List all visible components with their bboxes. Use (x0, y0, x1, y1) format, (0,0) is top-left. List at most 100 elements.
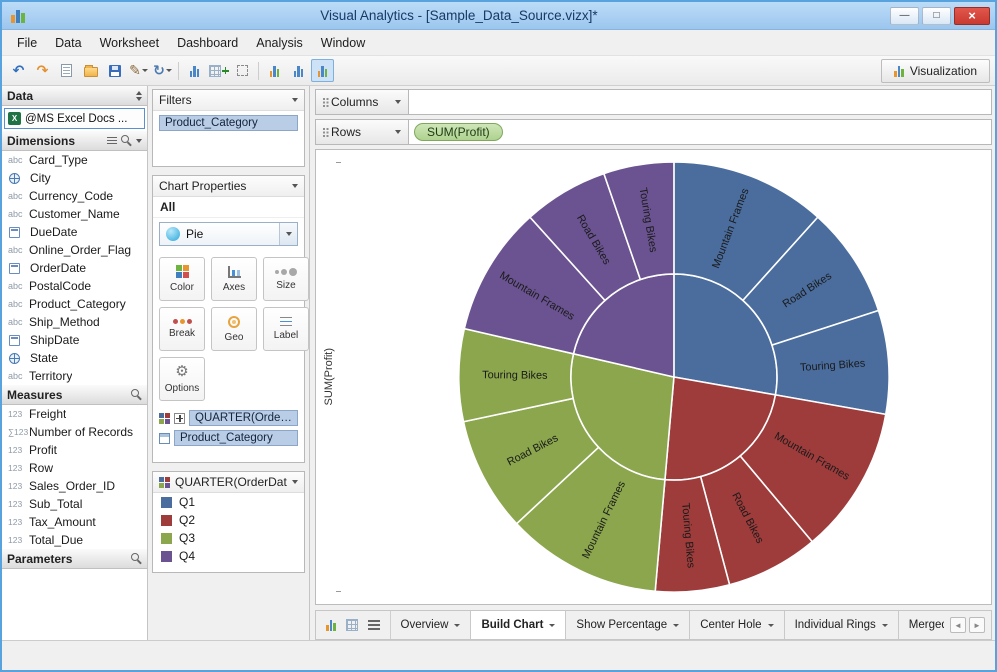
break-button[interactable]: Break (159, 307, 205, 351)
maximize-button[interactable]: □ (922, 6, 951, 25)
legend-item[interactable]: Q1 (153, 493, 304, 511)
tab-build-chart[interactable]: Build Chart (471, 611, 567, 639)
legend-item[interactable]: Q4 (153, 547, 304, 565)
save-button[interactable] (103, 59, 126, 82)
options-button[interactable]: ⚙ Options (159, 357, 205, 401)
chart-view-icon[interactable] (326, 619, 336, 631)
menu-data[interactable]: Data (46, 32, 90, 54)
tab-show-percentage[interactable]: Show Percentage (566, 611, 691, 639)
redo-button[interactable]: ↷ (31, 59, 54, 82)
columns-shelf-field[interactable] (409, 89, 992, 115)
category-binding-chip[interactable]: Product_Category (174, 430, 298, 446)
close-button[interactable]: × (954, 6, 990, 25)
search-icon[interactable] (121, 135, 132, 146)
menu-dashboard[interactable]: Dashboard (168, 32, 247, 54)
dimension-item[interactable]: abc PostalCode (2, 277, 147, 295)
color-button[interactable]: Color (159, 257, 205, 301)
menu-worksheet[interactable]: Worksheet (91, 32, 169, 54)
dimension-item[interactable]: abc Territory (2, 367, 147, 385)
data-source-item[interactable]: X @MS Excel Docs ... (4, 108, 145, 129)
chart-button[interactable] (183, 59, 206, 82)
chart-properties-header[interactable]: Chart Properties (153, 176, 304, 197)
dimension-item[interactable]: State (2, 349, 147, 367)
select-dropdown-zone[interactable] (279, 223, 297, 245)
rows-measure-chip[interactable]: SUM(Profit) (414, 123, 503, 141)
filters-header[interactable]: Filters (153, 90, 304, 111)
geo-button[interactable]: Geo (211, 307, 257, 351)
list-icon[interactable] (107, 136, 117, 139)
format-button[interactable]: ✎ (127, 59, 150, 82)
measure-item[interactable]: 123 Sub_Total (2, 495, 147, 513)
menu-analysis[interactable]: Analysis (247, 32, 312, 54)
rows-shelf-label[interactable]: Rows (315, 119, 409, 145)
chevron-down-icon[interactable] (136, 138, 142, 143)
measure-item[interactable]: ∑123 Number of Records (2, 423, 147, 441)
grid-view-icon[interactable] (345, 619, 358, 631)
tab-center-hole[interactable]: Center Hole (690, 611, 785, 639)
chevron-down-icon (292, 480, 298, 484)
facet-view-button[interactable] (311, 59, 334, 82)
abc-icon: abc (8, 371, 23, 381)
grid-button[interactable] (207, 59, 230, 82)
tab-merged-measures[interactable]: Merged Measures (Single Ring) (899, 611, 944, 639)
expand-button[interactable] (174, 412, 185, 424)
legend-item[interactable]: Q2 (153, 511, 304, 529)
filter-chip[interactable]: Product_Category (159, 115, 298, 131)
open-button[interactable] (79, 59, 102, 82)
columns-shelf-label[interactable]: Columns (315, 89, 409, 115)
size-label: Size (276, 279, 296, 291)
dimension-item[interactable]: abc Currency_Code (2, 187, 147, 205)
chevron-down-icon (165, 69, 172, 72)
legend-swatch (161, 514, 172, 526)
y-axis-label: SUM(Profit) (322, 348, 335, 406)
dimension-item[interactable]: abc Customer_Name (2, 205, 147, 223)
label-button[interactable]: Label (263, 307, 309, 351)
dimension-item[interactable]: DueDate (2, 223, 147, 241)
chart-type-select[interactable]: Pie (159, 222, 298, 246)
legend-item[interactable]: Q3 (153, 529, 304, 547)
visualization-tab[interactable]: Visualization (881, 58, 990, 83)
size-button[interactable]: Size (263, 257, 309, 301)
abc-icon: abc (8, 245, 23, 255)
dimension-item[interactable]: OrderDate (2, 259, 147, 277)
sunburst-chart[interactable]: Mountain FramesRoad BikesTouring BikesMo… (341, 150, 991, 604)
menu-file[interactable]: File (8, 32, 46, 54)
list-view-icon[interactable] (367, 620, 380, 622)
dimension-item[interactable]: City (2, 169, 147, 187)
undo-button[interactable]: ↶ (7, 59, 30, 82)
window-title: Visual Analytics - [Sample_Data_Source.v… (320, 8, 598, 23)
visualization-icon (894, 65, 904, 77)
menu-window[interactable]: Window (312, 32, 374, 54)
scroll-tabs-left-button[interactable]: ◄ (950, 617, 966, 633)
measure-item[interactable]: 123 Row (2, 459, 147, 477)
measure-item[interactable]: 123 Sales_Order_ID (2, 477, 147, 495)
tab-individual-rings[interactable]: Individual Rings (785, 611, 899, 639)
legend-header[interactable]: QUARTER(OrderDate) (153, 472, 304, 493)
tab-overview[interactable]: Overview (391, 611, 472, 639)
dimension-item[interactable]: ShipDate (2, 331, 147, 349)
axes-button[interactable]: Axes (211, 257, 257, 301)
rows-shelf-field[interactable]: SUM(Profit) (409, 119, 992, 145)
measure-item[interactable]: 123 Total_Due (2, 531, 147, 549)
new-sheet-button[interactable] (55, 59, 78, 82)
dimension-item[interactable]: abc Ship_Method (2, 313, 147, 331)
refresh-button[interactable]: ↻ (151, 59, 174, 82)
dimension-item[interactable]: abc Online_Order_Flag (2, 241, 147, 259)
dimension-item[interactable]: abc Card_Type (2, 151, 147, 169)
sort-descending-button[interactable] (287, 59, 310, 82)
abc-icon: abc (8, 281, 23, 291)
scroll-tabs-right-button[interactable]: ► (969, 617, 985, 633)
sort-updown-icon[interactable] (136, 91, 142, 101)
measure-item[interactable]: 123 Freight (2, 405, 147, 423)
selection-tool-button[interactable] (231, 59, 254, 82)
sort-ascending-button[interactable] (263, 59, 286, 82)
measure-item[interactable]: 123 Profit (2, 441, 147, 459)
y-axis: SUM(Profit) (316, 150, 341, 604)
search-icon[interactable] (131, 553, 142, 564)
measure-item[interactable]: 123 Tax_Amount (2, 513, 147, 531)
minimize-button[interactable]: — (890, 6, 919, 25)
color-grid-icon (175, 265, 189, 278)
search-icon[interactable] (131, 389, 142, 400)
dimension-item[interactable]: abc Product_Category (2, 295, 147, 313)
quarter-binding-chip[interactable]: QUARTER(OrderD... (189, 410, 298, 426)
